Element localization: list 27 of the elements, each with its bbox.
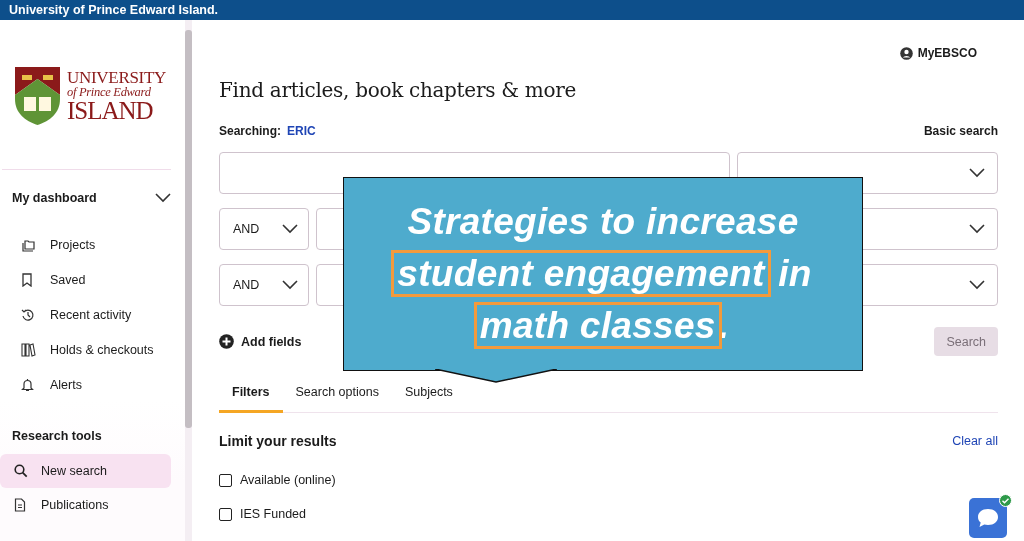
tab[interactable]: Search options xyxy=(282,378,392,413)
logo-text: of Prince Edward xyxy=(67,85,152,99)
institution-name: University of Prince Edward Island. xyxy=(9,3,219,17)
operator-dropdown[interactable]: AND xyxy=(219,208,309,250)
account-link[interactable]: MyEBSCO xyxy=(917,46,977,60)
basic-search-link[interactable]: Basic search xyxy=(923,124,998,138)
checkbox-label[interactable]: Available (online) xyxy=(240,473,336,487)
sidebar-item[interactable]: Saved xyxy=(50,272,86,287)
checkbox-label[interactable]: IES Funded xyxy=(240,507,306,521)
operator-dropdown[interactable]: AND xyxy=(219,264,309,306)
clear-all-link[interactable]: Clear all xyxy=(952,434,998,448)
sidebar-item[interactable]: Holds & checkouts xyxy=(50,342,154,357)
filters-heading: Limit your results xyxy=(219,433,337,449)
sidebar-item[interactable]: Projects xyxy=(50,237,96,252)
sidebar-item[interactable]: Recent activity xyxy=(50,307,132,322)
sidebar-item[interactable]: Alerts xyxy=(50,377,82,392)
add-fields-button[interactable]: Add fields xyxy=(219,334,302,349)
database-link[interactable]: ERIC xyxy=(287,124,316,138)
section-heading: Research tools xyxy=(12,429,103,443)
logo-text: ISLAND xyxy=(67,98,154,124)
section-heading: My dashboard xyxy=(12,191,97,205)
sidebar-item[interactable]: New search xyxy=(0,454,171,488)
tab[interactable]: Filters xyxy=(219,378,283,413)
logo-text: UNIVERSITY xyxy=(67,68,166,86)
sidebar-item[interactable]: Publications xyxy=(0,488,171,522)
searching-label: Searching: xyxy=(219,124,281,138)
page-heading: Find articles, book chapters & more xyxy=(219,78,577,102)
